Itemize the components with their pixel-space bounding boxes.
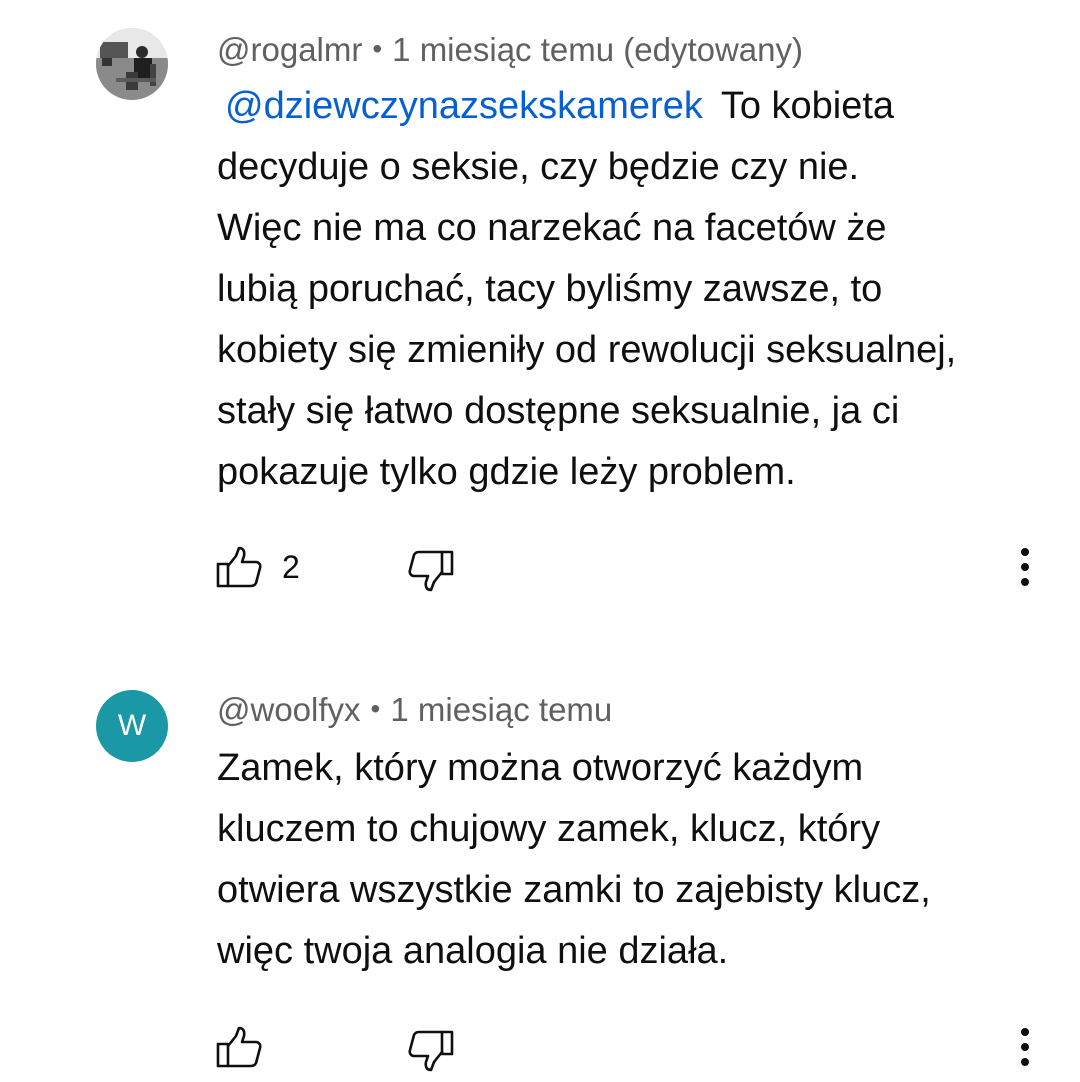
comment-text-line: pokazuje tylko gdzie leży problem. [217,451,796,493]
more-options-button[interactable] [1008,1022,1042,1072]
avatar-photo-image [96,28,168,100]
avatar[interactable]: W [96,690,168,762]
comment-text-line: więc twoja analogia nie działa. [217,930,729,972]
thumbs-down-icon [408,1030,454,1072]
comment-text: Zamek, który można otworzyć każdym klucz… [217,738,1047,982]
dislike-button[interactable] [408,546,454,596]
more-vertical-icon [1021,1028,1029,1066]
more-options-button[interactable] [1008,542,1042,592]
comment-text-line: Zamek, który można otworzyć każdym [217,747,864,789]
comment-time: 1 miesiąc temu [390,691,613,728]
thumbs-down-icon [408,550,454,592]
avatar-letter: W [117,709,147,742]
like-button[interactable]: 2 [216,542,300,592]
comment-text-line: Więc nie ma co narzekać na facetów że [217,207,887,249]
comment-text-line: kluczem to chujowy zamek, klucz, który [217,808,881,850]
comment-meta: @rogalmr • 1 miesiąc temu (edytowany) [217,30,803,72]
thumbs-up-icon [216,546,262,588]
comment-text-line: otwiera wszystkie zamki to zajebisty klu… [217,869,931,911]
comment-text: @dziewczynazsekskamerek To kobieta decydu… [217,76,1047,503]
like-button[interactable] [216,1022,282,1072]
comment-text-line: lubią poruchać, tacy byliśmy zawsze, to [217,268,883,310]
thumbs-up-icon [216,1026,262,1068]
comment-author[interactable]: @rogalmr [217,31,362,68]
meta-separator: • [372,33,383,64]
comment-meta: @woolfyx • 1 miesiąc temu [217,690,612,732]
comment-text-line: @dziewczynazsekskamerek To kobieta [225,85,895,127]
comment-actions [0,1022,1080,1082]
comment-author[interactable]: @woolfyx [217,691,361,728]
like-count: 2 [282,549,300,585]
meta-separator: • [370,693,381,724]
comment-text-line: kobiety się zmieniły od rewolucji seksua… [217,329,957,371]
more-vertical-icon [1021,548,1029,586]
comment-text-line: stały się łatwo dostępne seksualnie, ja … [217,390,900,432]
dislike-button[interactable] [408,1026,454,1076]
comment-text-line: decyduje o seksie, czy będzie czy nie. [217,146,860,188]
avatar[interactable] [96,28,168,100]
comment-time: 1 miesiąc temu (edytowany) [392,31,803,68]
comment-actions: 2 [0,542,1080,602]
mention-link[interactable]: @dziewczynazsekskamerek [225,85,703,127]
